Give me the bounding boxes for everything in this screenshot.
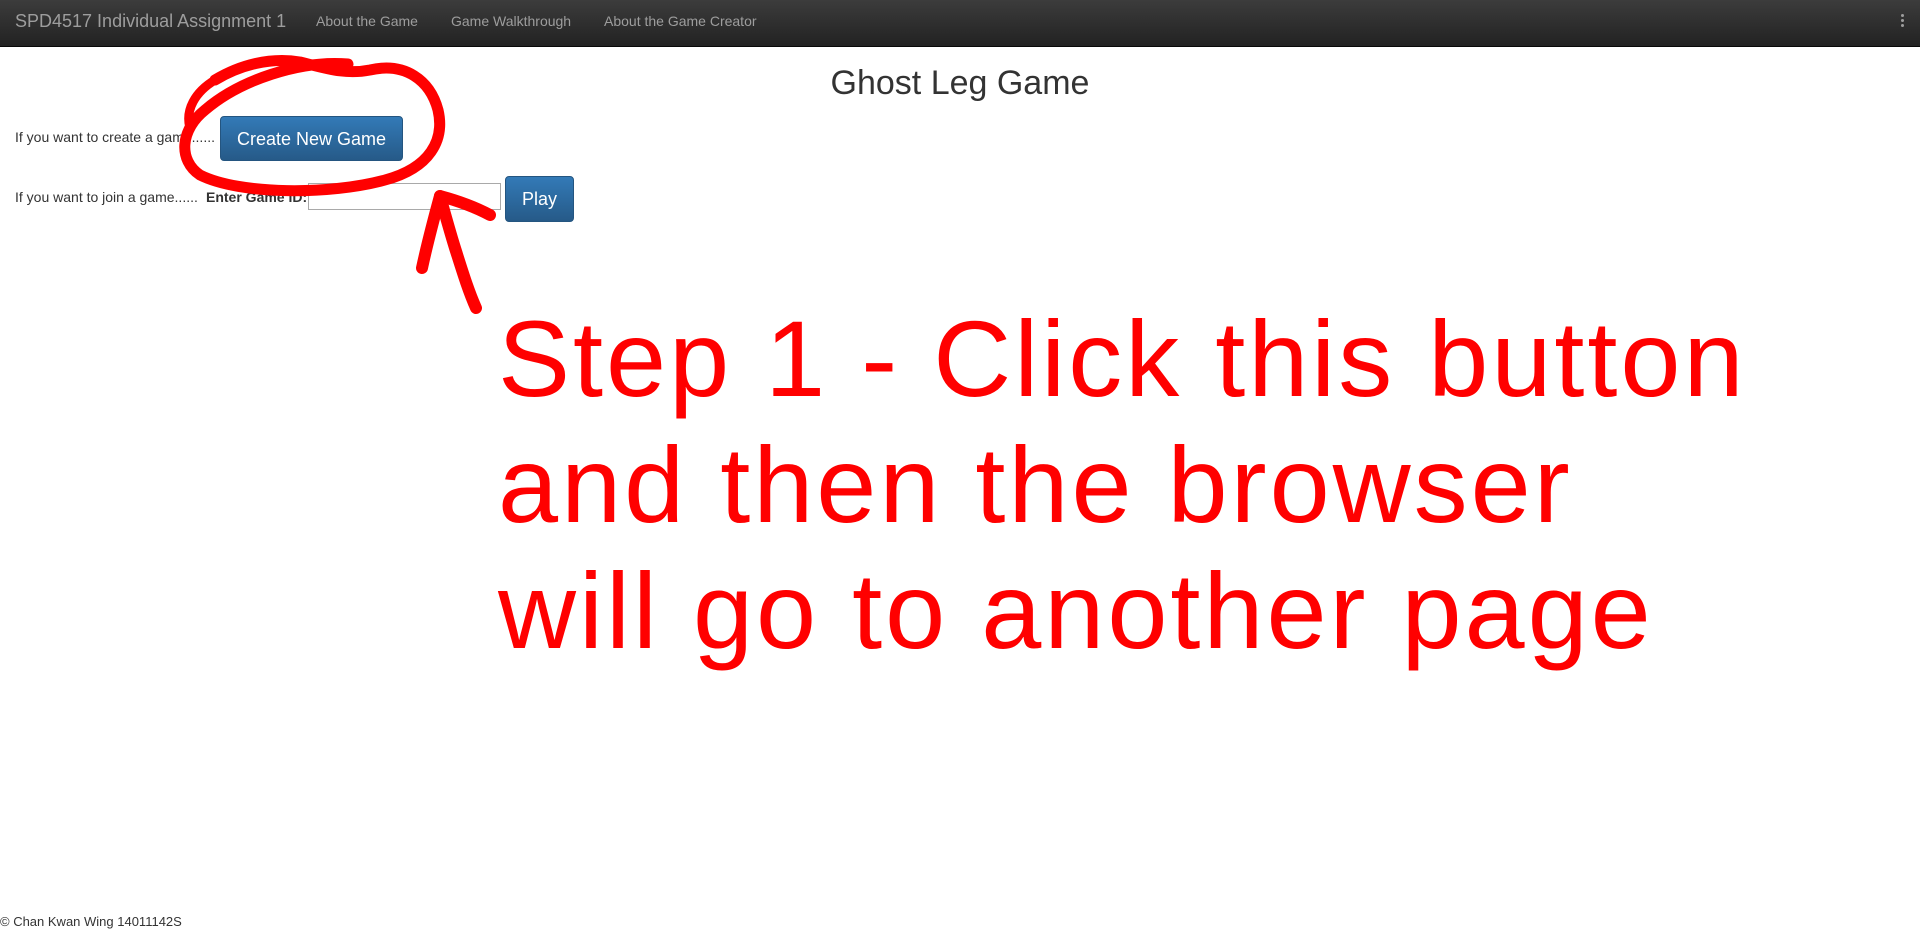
- create-new-game-button[interactable]: Create New Game: [220, 116, 403, 161]
- nav-link-about-the-game-creator[interactable]: About the Game Creator: [604, 13, 757, 29]
- hand-drawn-arrow-shaft: [434, 190, 482, 314]
- game-id-label: Enter Game ID:: [206, 189, 308, 205]
- game-id-input[interactable]: [308, 183, 501, 210]
- navbar-brand[interactable]: SPD4517 Individual Assignment 1: [15, 11, 286, 32]
- page-title: Ghost Leg Game: [830, 64, 1090, 102]
- play-button[interactable]: Play: [505, 176, 574, 222]
- create-game-prompt: If you want to create a game......: [15, 129, 215, 145]
- nav-link-game-walkthrough[interactable]: Game Walkthrough: [451, 13, 571, 29]
- join-game-prompt: If you want to join a game......: [15, 189, 198, 205]
- kebab-menu-icon[interactable]: [1898, 12, 1906, 34]
- footer-copyright: © Chan Kwan Wing 14011142S: [0, 914, 182, 929]
- annotation-instruction-text: Step 1 - Click this button and then the …: [498, 298, 1747, 671]
- nav-link-about-the-game[interactable]: About the Game: [316, 13, 418, 29]
- top-navbar: SPD4517 Individual Assignment 1 About th…: [0, 0, 1920, 47]
